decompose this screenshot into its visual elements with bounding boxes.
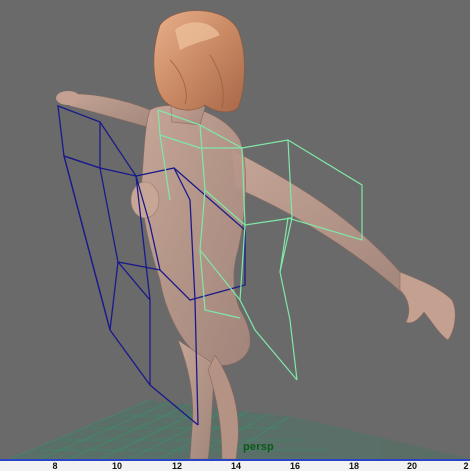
time-tick-label: 2: [463, 461, 469, 471]
time-tick-label: 14: [230, 461, 242, 471]
time-tick-label: 10: [111, 461, 123, 471]
time-tick-label: 16: [289, 461, 301, 471]
time-tick-label: 20: [406, 461, 418, 471]
perspective-viewport[interactable]: persp: [0, 0, 470, 459]
time-slider[interactable]: 8 10 12 14 16 18 20 2: [0, 461, 470, 471]
scene-canvas: [9, 10, 470, 459]
ground-grid: [9, 399, 470, 459]
time-tick-label: 12: [171, 461, 183, 471]
time-tick-label: 8: [52, 461, 58, 471]
camera-label: persp: [243, 441, 274, 453]
hair-model: [153, 10, 245, 113]
maya-viewport-window: persp 8 10 12 14 16 18 20 2: [0, 0, 470, 471]
time-tick-label: 18: [348, 461, 360, 471]
